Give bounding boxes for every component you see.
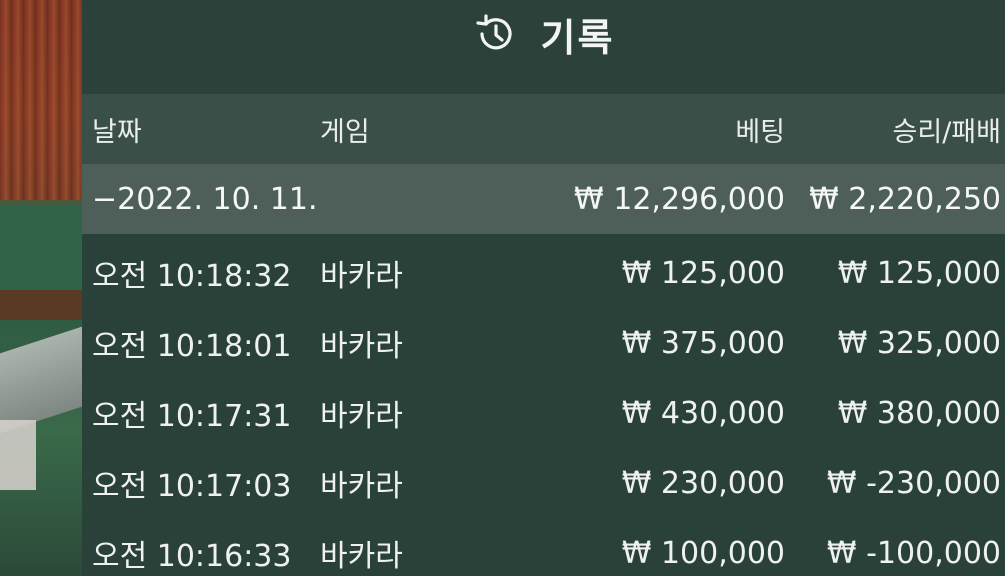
card-shoe [0, 326, 82, 434]
screen: 기록 날짜 게임 베팅 승리/패배 −2022. 10. 11. ₩ 12,29… [0, 0, 1005, 576]
row-game: 바카라 [320, 259, 403, 294]
row-time: 오전 10:16:33 [92, 539, 292, 574]
row-bet: ₩ 125,000 [621, 255, 785, 291]
row-time: 오전 10:18:32 [92, 259, 292, 294]
row-game: 바카라 [320, 469, 403, 504]
table-header: 날짜 게임 베팅 승리/패배 [82, 94, 1005, 164]
summary-result: ₩ 2,220,250 [809, 181, 1001, 217]
row-time: 오전 10:17:31 [92, 399, 292, 434]
table-row[interactable]: 오전 10:18:01 바카라 ₩ 375,000 ₩ 325,000 [82, 308, 1005, 378]
row-game: 바카라 [320, 329, 403, 364]
summary-date: −2022. 10. 11. [92, 181, 318, 217]
card-stack [0, 420, 36, 490]
table-row[interactable]: 오전 10:17:31 바카라 ₩ 430,000 ₩ 380,000 [82, 378, 1005, 448]
header-date: 날짜 [92, 116, 142, 148]
table-felt [0, 205, 82, 295]
history-icon [475, 14, 512, 50]
row-result: ₩ -230,000 [826, 465, 1001, 501]
casino-table-background [0, 0, 82, 576]
summary-bet: ₩ 12,296,000 [574, 181, 785, 217]
row-time: 오전 10:18:01 [92, 329, 292, 364]
header-result: 승리/패배 [892, 116, 1001, 148]
row-result: ₩ 125,000 [837, 255, 1001, 291]
curtain-decoration [0, 0, 82, 200]
row-bet: ₩ 375,000 [621, 325, 785, 361]
history-panel: 기록 날짜 게임 베팅 승리/패배 −2022. 10. 11. ₩ 12,29… [82, 0, 1005, 576]
table-row[interactable]: 오전 10:16:33 바카라 ₩ 100,000 ₩ -100,000 [82, 518, 1005, 576]
table-rail [0, 290, 82, 320]
table-row[interactable]: 오전 10:18:32 바카라 ₩ 125,000 ₩ 125,000 [82, 238, 1005, 308]
row-result: ₩ -100,000 [826, 535, 1001, 571]
header-game: 게임 [320, 116, 370, 148]
row-game: 바카라 [320, 539, 403, 574]
header-bet: 베팅 [735, 116, 785, 148]
history-title-bar: 기록 [82, 0, 1005, 94]
table-row[interactable]: 오전 10:17:03 바카라 ₩ 230,000 ₩ -230,000 [82, 448, 1005, 518]
row-game: 바카라 [320, 399, 403, 434]
row-bet: ₩ 430,000 [621, 395, 785, 431]
row-bet: ₩ 100,000 [621, 535, 785, 571]
row-time: 오전 10:17:03 [92, 469, 292, 504]
page-title: 기록 [540, 15, 615, 60]
row-result: ₩ 325,000 [837, 325, 1001, 361]
row-result: ₩ 380,000 [837, 395, 1001, 431]
row-bet: ₩ 230,000 [621, 465, 785, 501]
date-summary-row[interactable]: −2022. 10. 11. ₩ 12,296,000 ₩ 2,220,250 [82, 164, 1005, 234]
